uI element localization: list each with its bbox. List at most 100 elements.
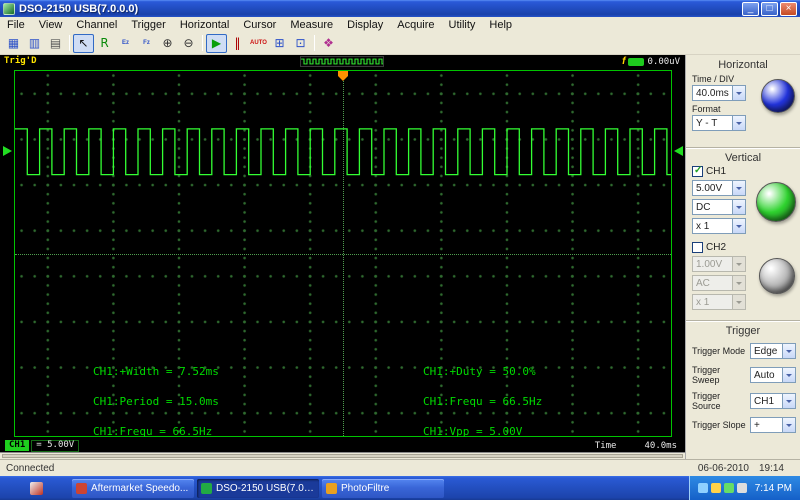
menu-horizontal[interactable]: Horizontal: [173, 18, 237, 32]
ch1-coupling-select[interactable]: DC: [692, 199, 746, 215]
toolbar: ▦ ▥ ▤ ↖ R Ez Fz ⊕ ⊖ ▶ ‖ AUTO ⊞ ⊡ ❖: [0, 32, 800, 55]
autoset-button[interactable]: AUTO: [248, 34, 269, 53]
waveform-preview[interactable]: [300, 56, 384, 67]
palette-button[interactable]: ❖: [318, 34, 339, 53]
title-bar: DSO-2150 USB(7.0.0.0) _ □ ×: [0, 0, 800, 17]
scope-region: Trig'D f 0.00uV CH1:+Width = 7.52ms CH1:…: [0, 55, 685, 459]
refresh-button[interactable]: R: [94, 34, 115, 53]
cursor-ez-button[interactable]: Ez: [115, 34, 136, 53]
cursor-fz-icon: Fz: [143, 40, 150, 46]
tray-icon[interactable]: [697, 483, 708, 493]
ch2-volts-select[interactable]: 1.00V: [692, 256, 746, 272]
ch1-position-knob[interactable]: [756, 182, 796, 222]
trigger-slope-value: +: [754, 419, 760, 431]
ch2-controls: CH2 1.00V AC x 1: [686, 242, 800, 320]
maximize-button[interactable]: □: [761, 1, 778, 16]
chevron-down-icon: [732, 116, 745, 130]
chevron-down-icon: [732, 257, 745, 271]
ch2-probe-select[interactable]: x 1: [692, 294, 746, 310]
taskbar-button-label: DSO-2150 USB(7.0.0...: [216, 482, 315, 494]
tray-icon[interactable]: [736, 483, 747, 493]
cursor-fz-button[interactable]: Fz: [136, 34, 157, 53]
time-label: Time: [594, 440, 617, 451]
measurements-right: CH1:+Duty = 50.0% CH1:Frequ = 66.5Hz CH1:V…: [423, 365, 542, 455]
menu-file[interactable]: File: [0, 18, 32, 32]
ch2-probe-value: x 1: [696, 296, 710, 308]
trigger-sweep-select[interactable]: Auto: [750, 367, 796, 383]
measurement-readout: CH1:+Width = 7.52ms: [93, 365, 219, 378]
taskbar-button[interactable]: Aftermarket Speedo...: [72, 478, 194, 498]
connection-status: Connected: [6, 462, 55, 474]
taskbar-button[interactable]: PhotoFiltre: [322, 478, 444, 498]
format-select[interactable]: Y - T: [692, 115, 746, 131]
display-mode-button[interactable]: ⊡: [290, 34, 311, 53]
app-window: DSO-2150 USB(7.0.0.0) _ □ × File View Chan…: [0, 0, 800, 500]
checkbox-unchecked-icon: [692, 242, 703, 253]
chevron-down-icon: [732, 295, 745, 309]
scrollbar-thumb[interactable]: [2, 454, 683, 458]
menu-view[interactable]: View: [32, 18, 70, 32]
trigger-mode-select[interactable]: Edge: [750, 343, 796, 359]
horizontal-scrollbar[interactable]: [0, 452, 685, 459]
trigger-source-select[interactable]: CH1: [750, 393, 796, 409]
tray-icon[interactable]: [710, 483, 721, 493]
ch2-coupling-select[interactable]: AC: [692, 275, 746, 291]
pointer-button[interactable]: ↖: [73, 33, 94, 53]
close-button[interactable]: ×: [780, 1, 797, 16]
taskbar: Aftermarket Speedo... DSO-2150 USB(7.0.0.…: [0, 476, 800, 500]
horizontal-knob[interactable]: [761, 79, 795, 113]
chevron-down-icon: [732, 86, 745, 100]
menu-help[interactable]: Help: [482, 18, 519, 32]
menu-measure[interactable]: Measure: [283, 18, 340, 32]
channel-badge[interactable]: CH1: [5, 440, 30, 451]
taskbar-button[interactable]: DSO-2150 USB(7.0.0...: [197, 478, 319, 498]
chevron-down-icon: [732, 200, 745, 214]
ch2-checkbox[interactable]: CH2: [692, 242, 800, 253]
menu-acquire[interactable]: Acquire: [390, 18, 441, 32]
ch2-position-knob[interactable]: [759, 258, 795, 294]
trigger-mode-label: Trigger Mode: [692, 346, 746, 356]
channel-marker[interactable]: [3, 145, 12, 156]
run-button[interactable]: ▶: [206, 33, 227, 53]
grid-button[interactable]: ⊞: [269, 34, 290, 53]
chevron-down-icon: [732, 219, 745, 233]
ch1-probe-select[interactable]: x 1: [692, 218, 746, 234]
scope-plot[interactable]: CH1:+Width = 7.52ms CH1:Period = 15.0ms CH…: [14, 70, 672, 438]
trigger-section: Trigger Trigger Mode Edge Trigger Sweep Aut…: [686, 320, 800, 459]
save-icon: ▦: [7, 36, 20, 50]
menu-channel[interactable]: Channel: [69, 18, 124, 32]
status-datetime: 06-06-2010 19:14: [698, 463, 784, 474]
menu-trigger[interactable]: Trigger: [124, 18, 172, 32]
taskbar-clock[interactable]: 7:14 PM: [755, 483, 792, 494]
trigger-sweep-label: Trigger Sweep: [692, 365, 721, 385]
trigger-status-bar: Trig'D f 0.00uV: [0, 55, 685, 68]
ch1-checkbox[interactable]: CH1: [692, 165, 800, 177]
tray-icon[interactable]: [723, 483, 734, 493]
print-button[interactable]: ▤: [45, 34, 66, 53]
trigger-slope-label: Trigger Slope: [692, 420, 746, 430]
ch2-coupling-value: AC: [696, 277, 710, 289]
menu-utility[interactable]: Utility: [442, 18, 483, 32]
vertical-section: Vertical CH1 5.00V DC x 1: [686, 147, 800, 320]
menu-display[interactable]: Display: [340, 18, 390, 32]
trigger-level-marker[interactable]: [674, 145, 683, 156]
minimize-button[interactable]: _: [742, 1, 759, 16]
time-div-select[interactable]: 40.0ms: [692, 85, 746, 101]
trigger-position-marker[interactable]: [338, 71, 348, 81]
measurement-readout: CH1:+Duty = 50.0%: [423, 365, 536, 378]
grid-icon: ⊞: [274, 36, 285, 50]
ch1-volts-select[interactable]: 5.00V: [692, 180, 746, 196]
zoom-in-icon: ⊕: [162, 36, 173, 50]
time-div-value: 40.0ms: [696, 87, 729, 99]
zoom-out-button[interactable]: ⊖: [178, 34, 199, 53]
taskbar-button-label: Aftermarket Speedo...: [91, 482, 189, 494]
menu-cursor[interactable]: Cursor: [236, 18, 283, 32]
run-icon: ▶: [211, 36, 222, 50]
zoom-in-button[interactable]: ⊕: [157, 34, 178, 53]
trigger-slope-select[interactable]: +: [750, 417, 796, 433]
save-button[interactable]: ▦: [3, 34, 24, 53]
pause-button[interactable]: ‖: [227, 34, 248, 53]
export-icon: ▥: [28, 36, 41, 50]
export-button[interactable]: ▥: [24, 34, 45, 53]
quick-launch-icon[interactable]: [30, 481, 43, 495]
